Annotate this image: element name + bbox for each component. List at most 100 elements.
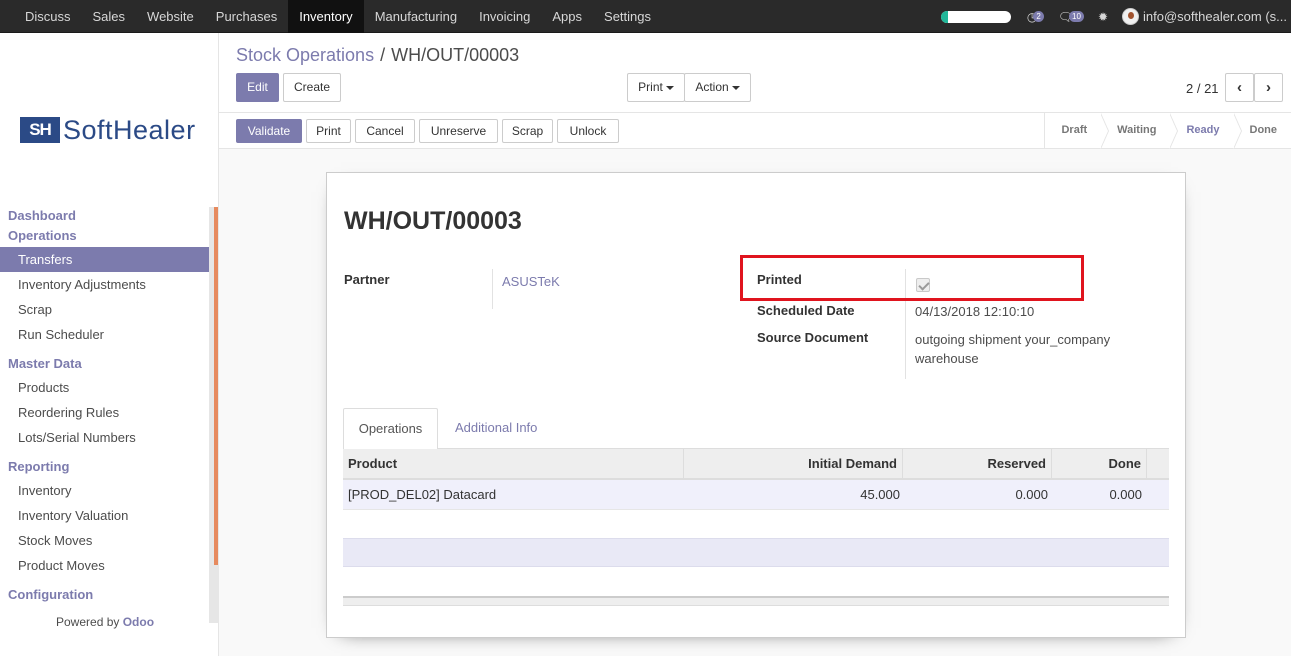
cell-initial-demand: 45.000 <box>860 487 900 502</box>
breadcrumb-separator: / <box>380 45 386 65</box>
operations-table-header: Product Initial Demand Reserved Done <box>343 449 1169 480</box>
breadcrumb: Stock Operations / WH/OUT/00003 <box>236 45 519 66</box>
column-done[interactable]: Done <box>1052 449 1147 478</box>
chevron-right-icon: › <box>1266 79 1271 96</box>
sidebar-item-transfers[interactable]: Transfers <box>0 247 209 272</box>
menu-discuss[interactable]: Discuss <box>14 0 82 33</box>
column-reserved[interactable]: Reserved <box>903 449 1052 478</box>
print-dropdown[interactable]: Print <box>627 73 685 102</box>
scrollbar-thumb[interactable] <box>214 207 218 565</box>
partner-value[interactable]: ASUSTeK <box>502 274 560 289</box>
tab-operations[interactable]: Operations <box>343 408 438 450</box>
menu-apps[interactable]: Apps <box>541 0 593 33</box>
sidebar-item-inventory[interactable]: Inventory <box>0 478 209 503</box>
cell-reserved: 0.000 <box>1015 487 1048 502</box>
scheduled-date-value: 04/13/2018 12:10:10 <box>915 304 1035 319</box>
activity-button[interactable]: ◷ 2 <box>1027 9 1044 25</box>
record-title: WH/OUT/00003 <box>344 207 522 235</box>
sidebar-item-products[interactable]: Products <box>0 375 209 400</box>
menu-sales[interactable]: Sales <box>82 0 137 33</box>
progress-fill <box>940 10 948 23</box>
systray: ◷ 2 🗨 10 ✹ info@softhealer.com (s... <box>940 0 1287 33</box>
cancel-button[interactable]: Cancel <box>355 119 415 143</box>
activity-count-badge: 2 <box>1033 11 1044 22</box>
sidebar-item-product-moves[interactable]: Product Moves <box>0 553 209 578</box>
avatar <box>1122 8 1140 25</box>
pager-next-button[interactable]: › <box>1254 73 1283 102</box>
cell-product: [PROD_DEL02] Datacard <box>348 487 497 502</box>
create-button[interactable]: Create <box>283 73 341 102</box>
sidebar-section-operations[interactable]: Operations <box>0 225 209 247</box>
table-row[interactable]: [PROD_DEL02] Datacard 45.000 0.000 0.000 <box>343 480 1169 510</box>
scheduled-date-label: Scheduled Date <box>757 303 855 318</box>
stage-pipeline: Draft Waiting Ready Done <box>1044 113 1291 149</box>
field-divider <box>492 269 493 309</box>
sidebar-nav: Dashboard Operations Transfers Inventory Ad… <box>0 207 209 606</box>
sidebar-section-dashboard[interactable]: Dashboard <box>0 207 209 225</box>
stage-ready[interactable]: Ready <box>1170 113 1242 149</box>
pager-previous-button[interactable]: ‹ <box>1225 73 1254 102</box>
sidebar-item-inventory-adjustments[interactable]: Inventory Adjustments <box>0 272 209 297</box>
printed-field-highlight <box>740 255 1084 301</box>
column-product[interactable]: Product <box>348 449 684 478</box>
chevron-left-icon: ‹ <box>1237 79 1242 96</box>
table-empty-row <box>343 538 1169 567</box>
menu-purchases[interactable]: Purchases <box>205 0 288 33</box>
menu-website[interactable]: Website <box>136 0 205 33</box>
sidebar-item-reordering-rules[interactable]: Reordering Rules <box>0 400 209 425</box>
stage-draft[interactable]: Draft <box>1045 113 1109 149</box>
unlock-button[interactable]: Unlock <box>557 119 619 143</box>
menu-manufacturing[interactable]: Manufacturing <box>364 0 468 33</box>
sidebar-item-stock-moves[interactable]: Stock Moves <box>0 528 209 553</box>
bug-icon: ✹ <box>1097 9 1109 24</box>
powered-by-prefix: Powered by <box>56 615 120 629</box>
powered-by: Powered by Odoo <box>56 615 154 629</box>
logo-mark: SH <box>20 117 60 143</box>
user-label: info@softhealer.com (s... <box>1143 9 1287 24</box>
sidebar-section-reporting[interactable]: Reporting <box>0 456 209 478</box>
logo-text: SoftHealer <box>63 114 196 145</box>
messages-button[interactable]: 🗨 10 <box>1058 9 1084 25</box>
sidebar-item-lots-serial-numbers[interactable]: Lots/Serial Numbers <box>0 425 209 450</box>
partner-label: Partner <box>344 272 390 287</box>
pager-value[interactable]: 2 / 21 <box>1186 81 1219 96</box>
unreserve-button[interactable]: Unreserve <box>419 119 498 143</box>
sidebar-item-scrap[interactable]: Scrap <box>0 297 209 322</box>
onboarding-progress[interactable] <box>940 10 1011 23</box>
sidebar-scrollbar[interactable] <box>209 207 219 623</box>
powered-by-brand[interactable]: Odoo <box>123 615 154 629</box>
table-footer <box>343 596 1169 606</box>
user-menu[interactable]: info@softhealer.com (s... <box>1122 8 1287 25</box>
debug-button[interactable]: ✹ <box>1098 9 1108 25</box>
app-menu: Discuss Sales Website Purchases Inventor… <box>14 0 662 33</box>
sidebar-item-run-scheduler[interactable]: Run Scheduler <box>0 322 209 347</box>
stage-waiting[interactable]: Waiting <box>1101 113 1179 149</box>
caret-down-icon <box>731 85 740 90</box>
source-document-line-1: outgoing shipment your_company <box>915 332 1111 347</box>
breadcrumb-parent[interactable]: Stock Operations <box>236 45 374 65</box>
messages-count-badge: 10 <box>1069 11 1084 22</box>
sidebar-section-configuration[interactable]: Configuration <box>0 584 209 606</box>
validate-button[interactable]: Validate <box>236 119 302 143</box>
sidebar-section-master-data[interactable]: Master Data <box>0 353 209 375</box>
menu-settings[interactable]: Settings <box>593 0 662 33</box>
form-statusbar: Validate Print Cancel Unreserve Scrap Un… <box>219 113 1291 149</box>
tab-additional-info[interactable]: Additional Info <box>455 408 537 449</box>
company-logo: SH SoftHealer <box>20 115 196 145</box>
print-button[interactable]: Print <box>306 119 351 143</box>
action-dropdown[interactable]: Action <box>684 73 751 102</box>
scrap-button[interactable]: Scrap <box>502 119 553 143</box>
breadcrumb-current: WH/OUT/00003 <box>391 45 520 65</box>
menu-inventory[interactable]: Inventory <box>288 0 364 33</box>
caret-down-icon <box>665 85 674 90</box>
stage-done[interactable]: Done <box>1234 113 1291 149</box>
edit-button[interactable]: Edit <box>236 73 279 102</box>
menu-invoicing[interactable]: Invoicing <box>468 0 541 33</box>
cell-done: 0.000 <box>1109 487 1142 502</box>
sidebar-item-inventory-valuation[interactable]: Inventory Valuation <box>0 503 209 528</box>
notebook-tabs: Operations Additional Info <box>343 408 1169 450</box>
column-initial-demand[interactable]: Initial Demand <box>684 449 903 478</box>
form-sheet: WH/OUT/00003 Partner ASUSTeK Printed Sch… <box>326 172 1186 638</box>
source-document-line-2: warehouse <box>915 351 979 366</box>
print-dropdown-label: Print <box>638 80 663 94</box>
